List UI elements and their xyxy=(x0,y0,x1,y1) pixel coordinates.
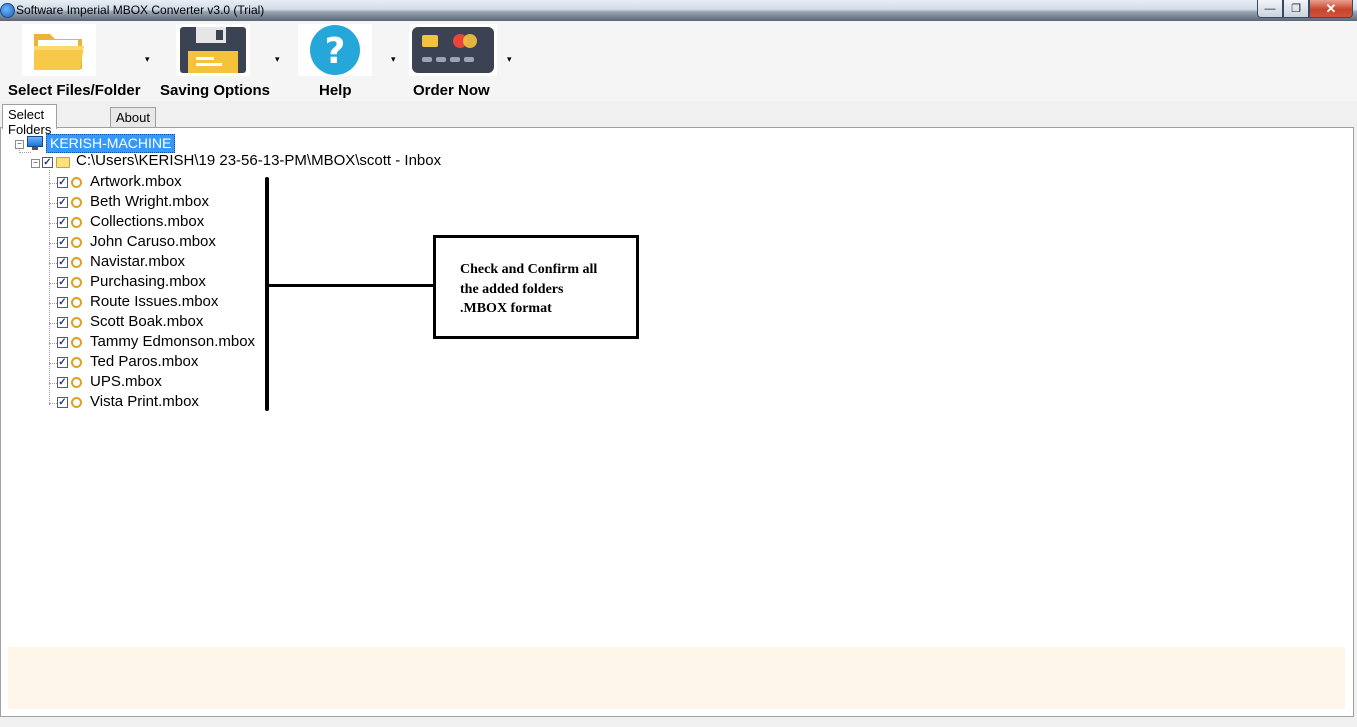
maximize-button[interactable]: ❐ xyxy=(1283,0,1309,18)
mbox-item-checkbox[interactable]: ✓ xyxy=(57,217,68,228)
saving-options-dropdown-icon[interactable]: ▾ xyxy=(275,54,280,65)
mbox-item-checkbox[interactable]: ✓ xyxy=(57,197,68,208)
tree-connector xyxy=(49,243,57,244)
collapse-path-icon[interactable]: − xyxy=(31,159,40,168)
floppy-disk-icon xyxy=(176,24,250,76)
path-checkbox[interactable]: ✓ xyxy=(42,157,53,168)
mbox-item-checkbox[interactable]: ✓ xyxy=(57,377,68,388)
help-icon: ? xyxy=(298,24,372,76)
annotation-callout: Check and Confirm all the added folders … xyxy=(433,235,639,339)
mbox-item-checkbox[interactable]: ✓ xyxy=(57,277,68,288)
mbox-item[interactable]: Vista Print.mbox xyxy=(90,393,199,410)
tree-connector xyxy=(49,203,57,204)
folder-icon xyxy=(22,24,96,76)
collapse-root-icon[interactable]: − xyxy=(15,140,24,149)
callout-text: Check and Confirm all the added folders … xyxy=(460,260,597,319)
close-button[interactable]: ✕ xyxy=(1309,0,1353,18)
tab-about[interactable]: About xyxy=(110,107,156,129)
tree-connector xyxy=(49,223,57,224)
mbox-item-checkbox[interactable]: ✓ xyxy=(57,177,68,188)
saving-options-label: Saving Options xyxy=(160,82,271,99)
mbox-item[interactable]: Navistar.mbox xyxy=(90,253,185,270)
help-label: Help xyxy=(319,82,352,99)
mbox-item-checkbox[interactable]: ✓ xyxy=(57,257,68,268)
callout-line-2: the added folders xyxy=(460,281,564,297)
title-bar: Software Imperial MBOX Converter v3.0 (T… xyxy=(0,0,1357,21)
mbox-file-icon xyxy=(71,357,82,368)
mbox-file-icon xyxy=(71,297,82,308)
select-files-label: Select Files/Folder xyxy=(8,82,141,99)
tree-connector xyxy=(49,343,57,344)
callout-line-3: .MBOX format xyxy=(460,301,552,316)
mbox-file-icon xyxy=(71,197,82,208)
mbox-item[interactable]: Tammy Edmonson.mbox xyxy=(90,333,255,350)
mbox-file-icon xyxy=(71,257,82,268)
mbox-file-icon xyxy=(71,277,82,288)
tree-connector xyxy=(49,283,57,284)
tree-root-machine[interactable]: KERISH-MACHINE xyxy=(46,134,176,153)
tree-connector xyxy=(19,152,31,153)
svg-text:?: ? xyxy=(325,31,346,72)
mbox-item[interactable]: UPS.mbox xyxy=(90,373,162,390)
mbox-item[interactable]: Scott Boak.mbox xyxy=(90,313,203,330)
status-area xyxy=(8,647,1345,709)
mbox-item[interactable]: Route Issues.mbox xyxy=(90,293,218,310)
mbox-file-icon xyxy=(71,237,82,248)
mbox-item[interactable]: Purchasing.mbox xyxy=(90,273,206,290)
window-title: Software Imperial MBOX Converter v3.0 (T… xyxy=(16,3,265,17)
toolbar: Select Files/Folder ▾ Saving Options ▾ ?… xyxy=(0,21,1357,101)
mbox-item[interactable]: Ted Paros.mbox xyxy=(90,353,198,370)
mbox-file-icon xyxy=(71,217,82,228)
mbox-item-checkbox[interactable]: ✓ xyxy=(57,317,68,328)
mbox-item[interactable]: Beth Wright.mbox xyxy=(90,193,209,210)
order-now-label: Order Now xyxy=(413,82,490,99)
tree-connector xyxy=(49,363,57,364)
mbox-file-icon xyxy=(71,177,82,188)
mbox-item-checkbox[interactable]: ✓ xyxy=(57,237,68,248)
annotation-bracket xyxy=(265,177,269,411)
tree-path-node[interactable]: C:\Users\KERISH\19 23-56-13-PM\MBOX\scot… xyxy=(76,152,441,169)
app-icon xyxy=(0,3,15,18)
tree-connector xyxy=(49,403,57,404)
tree-connector xyxy=(49,323,57,324)
mbox-file-icon xyxy=(71,377,82,388)
tab-select-folders[interactable]: Select Folders xyxy=(2,104,58,137)
mbox-file-icon xyxy=(71,397,82,408)
tree-connector xyxy=(49,183,57,184)
mbox-file-icon xyxy=(71,337,82,348)
tree-connector xyxy=(49,303,57,304)
tree-connector xyxy=(49,170,50,405)
mbox-item-checkbox[interactable]: ✓ xyxy=(57,357,68,368)
mbox-file-icon xyxy=(71,317,82,328)
credit-card-icon xyxy=(409,24,497,76)
callout-line-1: Check and Confirm all xyxy=(460,262,598,277)
order-now-dropdown-icon[interactable]: ▾ xyxy=(507,54,512,65)
help-dropdown-icon[interactable]: ▾ xyxy=(391,54,396,65)
select-files-dropdown-icon[interactable]: ▾ xyxy=(145,54,150,65)
window-controls: — ❐ ✕ xyxy=(1257,0,1353,18)
computer-icon xyxy=(27,136,43,150)
mbox-item-checkbox[interactable]: ✓ xyxy=(57,397,68,408)
mbox-item[interactable]: Artwork.mbox xyxy=(90,173,182,190)
folder-tree-panel: − KERISH-MACHINE − ✓ C:\Users\KERISH\19 … xyxy=(0,127,1354,717)
mbox-item[interactable]: Collections.mbox xyxy=(90,213,204,230)
minimize-button[interactable]: — xyxy=(1257,0,1283,18)
mbox-item-checkbox[interactable]: ✓ xyxy=(57,297,68,308)
mbox-item-checkbox[interactable]: ✓ xyxy=(57,337,68,348)
folder-icon xyxy=(56,157,70,168)
annotation-connector xyxy=(267,284,435,287)
mbox-item[interactable]: John Caruso.mbox xyxy=(90,233,216,250)
tree-connector xyxy=(49,263,57,264)
tree-connector xyxy=(49,383,57,384)
